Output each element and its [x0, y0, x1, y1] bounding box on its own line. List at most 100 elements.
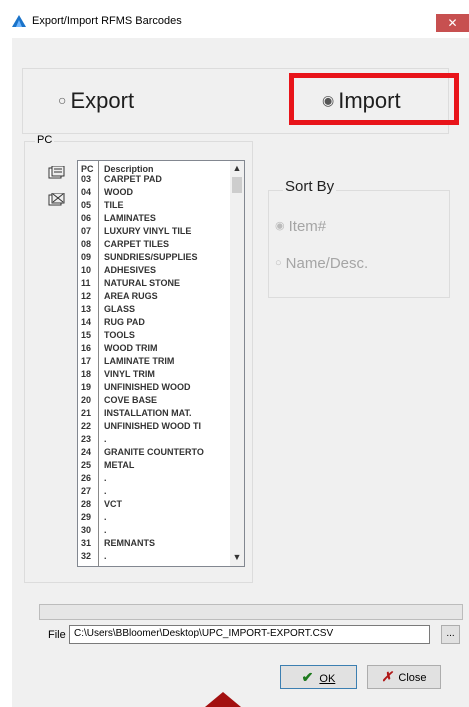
list-item-description: .	[104, 434, 107, 444]
list-item-description: .	[104, 486, 107, 496]
header-pc: PC	[81, 164, 94, 174]
header-description: Description	[104, 164, 154, 174]
ok-button[interactable]: ✔ OK	[280, 665, 357, 689]
list-item-code: 15	[81, 330, 92, 340]
list-item[interactable]: 09 SUNDRIES/SUPPLIES	[78, 252, 230, 262]
list-item-code: 27	[81, 486, 92, 496]
list-item-code: 24	[81, 447, 92, 457]
scroll-up-icon[interactable]: ▲	[230, 161, 244, 175]
list-item-code: 31	[81, 538, 92, 548]
sort-item-radio[interactable]: ◉ Item#	[275, 218, 326, 235]
list-item-code: 08	[81, 239, 92, 249]
list-item[interactable]: 24 GRANITE COUNTERTO	[78, 447, 230, 457]
list-item-code: 28	[81, 499, 92, 509]
list-item[interactable]: 21 INSTALLATION MAT.	[78, 408, 230, 418]
list-item[interactable]: 30.	[78, 525, 230, 535]
list-item-description: VCT	[104, 499, 122, 509]
list-item[interactable]: 31 REMNANTS	[78, 538, 230, 548]
list-item[interactable]: 28 VCT	[78, 499, 230, 509]
close-button[interactable]: ✗ Close	[367, 665, 441, 689]
window-close-button[interactable]: ✕	[436, 14, 469, 32]
list-item-code: 23	[81, 434, 92, 444]
list-item-description: SUNDRIES/SUPPLIES	[104, 252, 198, 262]
list-item[interactable]: 22 UNFINISHED WOOD TI	[78, 421, 230, 431]
list-item-code: 18	[81, 369, 92, 379]
list-item-code: 19	[81, 382, 92, 392]
list-item-description: WOOD	[104, 187, 133, 197]
deselect-all-icon[interactable]	[48, 193, 66, 207]
list-item[interactable]: 19 UNFINISHED WOOD	[78, 382, 230, 392]
list-item[interactable]: 17 LAMINATE TRIM	[78, 356, 230, 366]
list-item-description: VINYL TRIM	[104, 369, 155, 379]
radio-unchecked-icon: ○	[275, 257, 282, 269]
list-item[interactable]: 11 NATURAL STONE	[78, 278, 230, 288]
list-item-description: UNFINISHED WOOD	[104, 382, 191, 392]
list-item[interactable]: 26.	[78, 473, 230, 483]
file-path-input[interactable]: C:\Users\BBloomer\Desktop\UPC_IMPORT-EXP…	[69, 625, 430, 644]
list-item[interactable]: 10 ADHESIVES	[78, 265, 230, 275]
list-item[interactable]: 18 VINYL TRIM	[78, 369, 230, 379]
sort-name-radio[interactable]: ○ Name/Desc.	[275, 255, 368, 272]
list-item-description: RUG PAD	[104, 317, 145, 327]
arrow-shape-icon	[205, 692, 241, 707]
list-item-code: 32	[81, 551, 92, 561]
list-item-code: 17	[81, 356, 92, 366]
ok-button-label: OK	[319, 673, 336, 685]
close-button-label: Close	[398, 672, 427, 684]
checkmark-icon: ✔	[301, 669, 314, 685]
list-item-code: 22	[81, 421, 92, 431]
list-item-description: .	[104, 473, 107, 483]
list-item[interactable]: 06 LAMINATES	[78, 213, 230, 223]
list-item[interactable]: 04 WOOD	[78, 187, 230, 197]
select-all-icon[interactable]	[48, 166, 66, 180]
list-item[interactable]: 15 TOOLS	[78, 330, 230, 340]
list-item-code: 07	[81, 226, 92, 236]
scroll-down-icon[interactable]: ▼	[230, 550, 244, 564]
list-item[interactable]: 29.	[78, 512, 230, 522]
list-item-code: 30	[81, 525, 92, 535]
sort-by-title: Sort By	[283, 178, 337, 195]
list-item-description: METAL	[104, 460, 135, 470]
list-item[interactable]: 25 METAL	[78, 460, 230, 470]
window-left-edge	[0, 38, 12, 707]
list-item[interactable]: 05 TILE	[78, 200, 230, 210]
list-item[interactable]: 20 COVE BASE	[78, 395, 230, 405]
list-item-description: AREA RUGS	[104, 291, 158, 301]
list-item[interactable]: 23.	[78, 434, 230, 444]
list-item[interactable]: 12 AREA RUGS	[78, 291, 230, 301]
list-item[interactable]: 03 CARPET PAD	[78, 174, 230, 184]
sort-by-group	[268, 190, 450, 298]
export-radio-label: Export	[70, 88, 135, 113]
radio-checked-icon: ◉	[275, 220, 285, 232]
app-icon	[12, 15, 26, 27]
list-item[interactable]: 27.	[78, 486, 230, 496]
list-item-description: .	[104, 525, 107, 535]
list-item[interactable]: 32.	[78, 551, 230, 561]
list-item-description: UNFINISHED WOOD TI	[104, 421, 201, 431]
list-item-description: .	[104, 512, 107, 522]
list-item-code: 11	[81, 278, 91, 288]
list-scrollbar[interactable]: ▲ ▼	[230, 161, 244, 566]
list-item-description: LAMINATE TRIM	[104, 356, 175, 366]
list-item[interactable]: 13 GLASS	[78, 304, 230, 314]
list-item-code: 20	[81, 395, 92, 405]
list-item-code: 29	[81, 512, 92, 522]
list-item-description: TILE	[104, 200, 124, 210]
list-item[interactable]: 08 CARPET TILES	[78, 239, 230, 249]
list-item-description: ADHESIVES	[104, 265, 157, 275]
window-title: Export/Import RFMS Barcodes	[32, 15, 182, 27]
list-item[interactable]: 07 LUXURY VINYL TILE	[78, 226, 230, 236]
browse-button[interactable]: ...	[441, 625, 460, 644]
list-item-description: TOOLS	[104, 330, 135, 340]
radio-unchecked-icon: ○	[58, 92, 67, 108]
pc-listbox[interactable]: PC Description 03 CARPET PAD 04 WOOD 05 TILE 0…	[77, 160, 245, 567]
list-item[interactable]: 16 WOOD TRIM	[78, 343, 230, 353]
list-item-description: INSTALLATION MAT.	[104, 408, 192, 418]
export-radio[interactable]: ○ Export	[58, 88, 134, 114]
list-item-description: LUXURY VINYL TILE	[104, 226, 192, 236]
list-header: PC Description	[78, 164, 230, 174]
file-label: File	[48, 629, 66, 641]
list-item-description: LAMINATES	[104, 213, 156, 223]
list-item[interactable]: 14 RUG PAD	[78, 317, 230, 327]
scroll-thumb[interactable]	[232, 177, 242, 193]
